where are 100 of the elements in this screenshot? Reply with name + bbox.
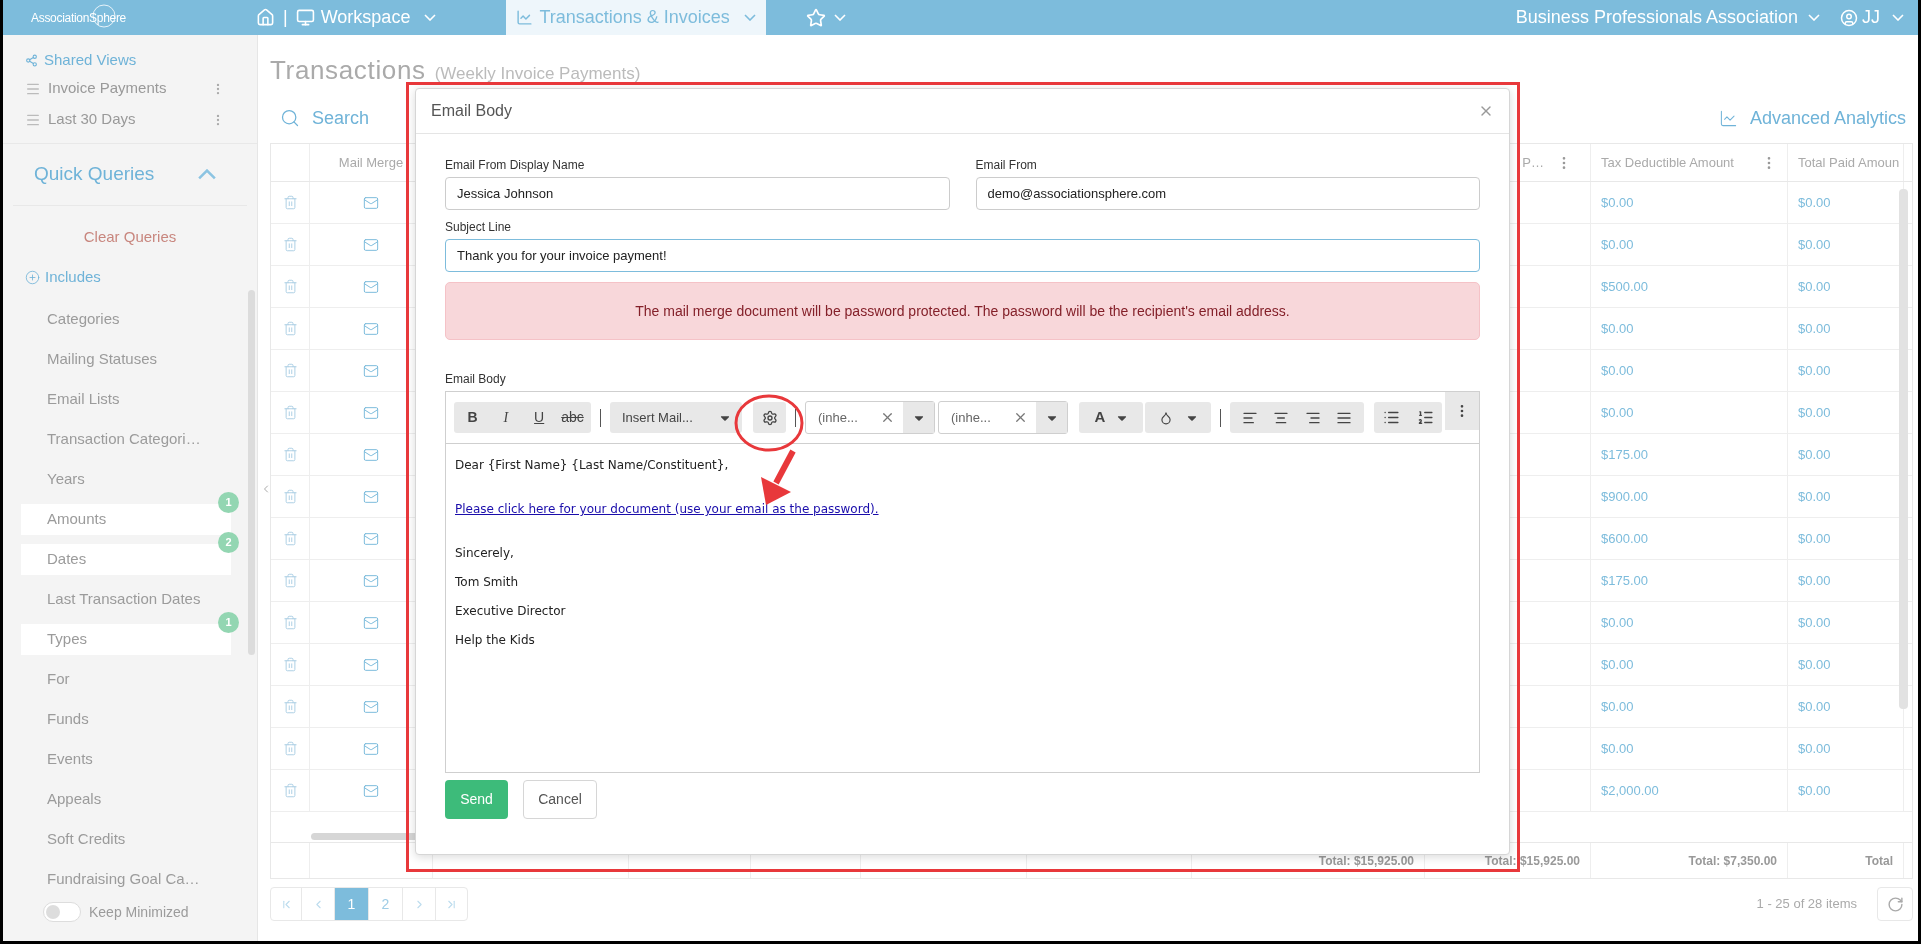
delete-icon[interactable] (282, 573, 298, 588)
mail-icon[interactable] (363, 446, 379, 463)
user-icon (1840, 8, 1858, 27)
background-color-button[interactable] (1145, 402, 1211, 433)
delete-icon[interactable] (282, 699, 298, 714)
body-text: Dear {First Name} {Last Name/Constituent}, (455, 457, 729, 474)
delete-icon[interactable] (282, 279, 298, 294)
droplet-icon (1159, 410, 1173, 425)
font-combobox[interactable]: (inhe... (938, 401, 1068, 434)
table-cell-text: $0.00 (1798, 445, 1831, 464)
column-header[interactable]: Total Paid Amoun (1798, 152, 1900, 173)
delete-icon[interactable] (282, 657, 298, 672)
nav-tab[interactable]: Transactions & Invoices (506, 0, 766, 35)
text-field[interactable]: demo@associationsphere.com (975, 177, 1480, 210)
mail-icon[interactable] (363, 740, 379, 757)
delete-icon[interactable] (282, 783, 298, 798)
delete-icon[interactable] (282, 615, 298, 630)
editor-content[interactable]: Dear {First Name} {Last Name/Constituent}, Please click here for your document (use your email as the password). Sincerely, Tom Smith Executive Director Help the Kids (446, 444, 1479, 772)
organization-menu[interactable]: Business Professionals Association (1515, 4, 1820, 31)
delete-icon[interactable] (282, 237, 298, 252)
text-field[interactable]: Jessica Johnson (445, 177, 950, 210)
search-button[interactable]: Search (280, 104, 370, 132)
field-label: Email Body (445, 371, 507, 388)
mail-icon[interactable] (363, 404, 379, 421)
mail-icon[interactable] (363, 530, 379, 547)
bulleted-list-icon[interactable] (1382, 409, 1400, 426)
format-button[interactable]: I (489, 402, 523, 433)
query-item[interactable]: Fundraising Goal Ca… (21, 864, 231, 895)
saved-view-item[interactable]: Invoice Payments (48, 77, 211, 100)
scrollbar[interactable] (1899, 189, 1908, 709)
logo[interactable]: AssociationSphere (31, 8, 126, 27)
clear-queries-link[interactable]: Clear Queries (83, 226, 177, 249)
mail-icon[interactable] (363, 656, 379, 673)
clear-icon[interactable] (1013, 410, 1028, 425)
cancel-button[interactable]: Cancel (523, 780, 597, 819)
mail-icon[interactable] (363, 320, 379, 337)
query-item[interactable]: Categories (21, 304, 231, 335)
shared-views-link[interactable]: Shared Views (25, 47, 137, 73)
nav-tab[interactable]: Workspace (295, 0, 437, 35)
query-item[interactable]: Email Lists (21, 384, 231, 415)
home-icon[interactable] (256, 8, 275, 27)
mail-icon[interactable] (363, 782, 379, 799)
mail-icon[interactable] (363, 362, 379, 379)
toggle-switch[interactable] (43, 902, 81, 922)
chevron-down-icon[interactable] (743, 14, 756, 21)
toggle-label: Keep Minimized (89, 902, 189, 922)
favorites-button[interactable] (805, 7, 846, 28)
mail-icon[interactable] (363, 572, 379, 589)
delete-icon[interactable] (282, 531, 298, 546)
search-icon (280, 108, 300, 128)
field-label: Email From Display Name (445, 157, 586, 174)
page-button[interactable]: 1 (335, 888, 369, 920)
format-button[interactable]: abc (556, 402, 589, 433)
user-menu[interactable]: JJ (1840, 4, 1904, 31)
text-color-button[interactable]: A (1079, 402, 1143, 433)
settings-button[interactable] (753, 402, 786, 433)
saved-view-item[interactable]: Last 30 Days (48, 108, 211, 131)
page-button[interactable]: 2 (369, 888, 403, 920)
document-link[interactable]: Please click here for your document (use your email as the password). (455, 495, 879, 524)
delete-icon[interactable] (282, 195, 298, 210)
body-text: Sincerely, (455, 545, 514, 562)
mail-icon[interactable] (363, 698, 379, 715)
delete-icon[interactable] (282, 489, 298, 504)
column-header[interactable]: P… (1522, 152, 1544, 173)
mail-icon[interactable] (363, 194, 379, 211)
table-cell-text: $0.00 (1798, 277, 1831, 296)
annotation-arrow (761, 449, 796, 505)
query-item[interactable]: Events (21, 744, 231, 775)
query-item[interactable]: Mailing Statuses (21, 344, 231, 375)
delete-icon[interactable] (282, 405, 298, 420)
delete-icon[interactable] (282, 363, 298, 378)
text-field[interactable]: Thank you for your invoice payment! (445, 239, 1480, 272)
query-item[interactable]: Funds (21, 704, 231, 735)
query-item[interactable]: Soft Credits (21, 824, 231, 855)
collapse-button[interactable] (197, 169, 217, 180)
delete-icon[interactable] (282, 447, 298, 462)
query-item[interactable]: For (21, 664, 231, 695)
mail-icon[interactable] (363, 278, 379, 295)
format-button[interactable]: U (522, 402, 556, 433)
table-cell-text: $0.00 (1601, 403, 1634, 422)
send-button[interactable]: Send (445, 780, 508, 819)
delete-icon[interactable] (282, 321, 298, 336)
mail-icon[interactable] (363, 614, 379, 631)
column-header[interactable]: Mail Merge (338, 152, 404, 173)
scrollbar[interactable] (248, 290, 255, 655)
font-combobox[interactable]: (inhe... (805, 401, 935, 434)
query-item[interactable]: Appeals (21, 784, 231, 815)
numbered-list-icon[interactable] (1416, 409, 1434, 426)
delete-icon[interactable] (282, 741, 298, 756)
mail-icon[interactable] (363, 236, 379, 253)
format-button[interactable]: B (456, 402, 489, 433)
clear-icon[interactable] (880, 410, 895, 425)
analytics-link[interactable]: Advanced Analytics (1718, 104, 1906, 132)
query-item[interactable]: Transaction Categori… (21, 424, 231, 455)
count-badge: 1 (218, 611, 239, 633)
column-header[interactable]: Tax Deductible Amount (1601, 152, 1734, 173)
refresh-button[interactable] (1877, 887, 1913, 921)
insert-merge-field-dropdown[interactable]: Insert Mail... (610, 402, 742, 433)
includes-link[interactable]: Includes (25, 265, 257, 290)
mail-icon[interactable] (363, 488, 379, 505)
